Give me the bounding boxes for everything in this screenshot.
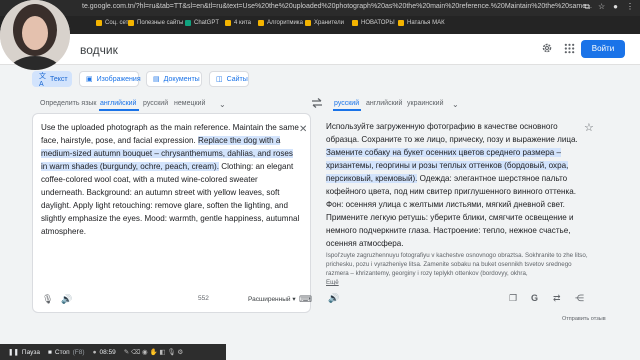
chevron-down-icon[interactable]: ⌄: [219, 100, 226, 109]
source-lang-english[interactable]: английский: [100, 100, 136, 107]
app-header: водчик Войти: [0, 34, 640, 65]
image-icon: ▣: [86, 76, 93, 83]
bookmarks-bar: Соц. сети Полезные сайты ChatGPT 4 кита …: [0, 16, 640, 34]
profile-icon[interactable]: ●: [613, 2, 618, 12]
stop-button[interactable]: ■ Стоп (F8): [48, 349, 85, 356]
target-text-panel: Используйте загруженную фотографию в кач…: [319, 113, 608, 313]
webcam-overlay: [0, 0, 70, 70]
recorder-taskbar: ❚❚ Пауза ■ Стоп (F8) ● 08:59 ✎ ⌫ ◉ ✋ ◧ 🎙 ⚙: [0, 344, 226, 360]
target-lang-ukrainian[interactable]: украинский: [407, 100, 444, 107]
close-icon[interactable]: ✕: [299, 124, 307, 135]
bookmark-item[interactable]: НОВАТОРЫ: [352, 20, 395, 26]
share-icon[interactable]: ⋲: [575, 293, 584, 304]
browser-controls: ⧉ ☆ ● ⋮: [584, 2, 634, 12]
bookmark-item[interactable]: ChatGPT: [185, 20, 219, 26]
extensions-icon[interactable]: ⧉: [584, 2, 590, 12]
document-icon: ▤: [153, 76, 160, 83]
keyboard-icon[interactable]: ⌨: [299, 294, 312, 305]
target-lang-russian[interactable]: русский: [334, 100, 359, 107]
gear-icon[interactable]: [541, 42, 553, 54]
target-text-segment: Используйте загруженную фотографию в кач…: [326, 122, 578, 144]
recorder-tools[interactable]: ✎ ⌫ ◉ ✋ ◧ 🎙 ⚙: [124, 348, 183, 356]
timer: ● 08:59: [92, 348, 116, 356]
source-textarea[interactable]: Use the uploaded photograph as the main …: [41, 121, 301, 238]
stop-icon: ■: [47, 348, 52, 356]
feedback-link[interactable]: Отправить отзыв: [562, 316, 606, 322]
active-lang-underline: [99, 109, 139, 111]
source-lang-russian[interactable]: русский: [143, 100, 168, 107]
source-text-panel[interactable]: Use the uploaded photograph as the main …: [32, 113, 312, 313]
tab-sites[interactable]: ◫ Сайты: [209, 71, 249, 87]
source-lang-german[interactable]: немецкий: [174, 100, 205, 107]
chevron-down-icon[interactable]: ⌄: [452, 100, 459, 109]
tab-text[interactable]: 文A Текст: [32, 71, 72, 88]
translate-icon: 文A: [39, 72, 46, 88]
bookmark-item[interactable]: Наталья МАК: [398, 20, 445, 26]
star-icon[interactable]: ☆: [584, 121, 594, 134]
tab-images[interactable]: ▣ Изображения: [79, 71, 141, 87]
bookmark-item[interactable]: 4 кита: [225, 20, 251, 26]
browser-address-bar: te.google.com.tn/?hl=ru&tab=TT&sl=en&tl=…: [0, 0, 640, 16]
record-icon: ●: [92, 348, 97, 356]
active-lang-underline: [333, 109, 361, 111]
source-lang-detect[interactable]: Определить язык: [40, 100, 97, 107]
menu-icon[interactable]: ⋮: [626, 2, 634, 12]
bookmark-item[interactable]: Хранители: [305, 20, 344, 26]
speaker-icon[interactable]: 🔊: [328, 293, 339, 304]
swap-languages-icon[interactable]: [311, 98, 323, 108]
page-title: водчик: [80, 43, 118, 57]
globe-icon: ◫: [216, 76, 223, 83]
pause-button[interactable]: ❚❚ Пауза: [8, 348, 40, 357]
feedback-icon[interactable]: ⇄: [553, 293, 561, 304]
login-button[interactable]: Войти: [581, 40, 625, 58]
google-icon[interactable]: G: [531, 293, 538, 303]
bookmark-item[interactable]: Полезные сайты: [128, 20, 183, 26]
translation-output: Используйте загруженную фотографию в кач…: [326, 120, 588, 250]
translation-mode-select[interactable]: Расширенный ▾: [248, 295, 296, 303]
microphone-icon[interactable]: 🎙: [42, 294, 53, 305]
apps-grid-icon[interactable]: [564, 43, 575, 54]
char-count: 552: [198, 295, 209, 302]
transliteration: Ispol'zuyte zagruzhennuyu fotografiyu v …: [326, 252, 588, 286]
tab-documents[interactable]: ▤ Документы: [146, 71, 202, 87]
speaker-icon[interactable]: 🔊: [61, 294, 72, 305]
bookmark-item[interactable]: Алгоритмика: [258, 20, 303, 26]
more-link[interactable]: Ещё: [326, 279, 339, 286]
star-bookmark-icon[interactable]: ☆: [598, 2, 605, 12]
target-lang-english[interactable]: английский: [366, 100, 402, 107]
url-field[interactable]: te.google.com.tn/?hl=ru&tab=TT&sl=en&tl=…: [82, 3, 592, 10]
source-text-segment: Clothing: an elegant coffee-colored wool…: [41, 162, 300, 236]
copy-icon[interactable]: ❐: [509, 293, 517, 304]
bookmark-item[interactable]: Соц. сети: [96, 20, 132, 26]
pause-icon: ❚❚: [8, 349, 19, 356]
person-avatar: [0, 0, 70, 70]
target-text-segment: Одежда: элегантное шерстяное пальто кофе…: [326, 174, 577, 248]
